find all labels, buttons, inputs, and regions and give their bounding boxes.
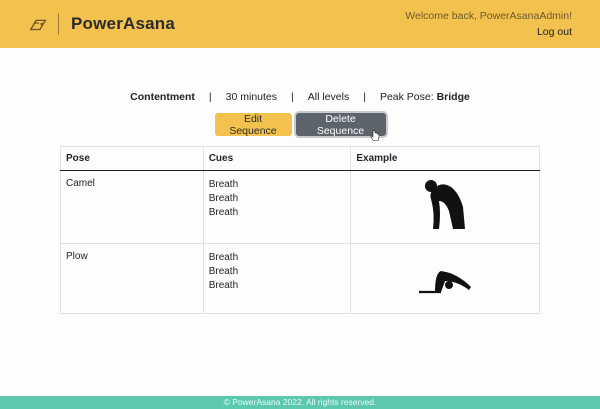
example-cell <box>350 243 540 314</box>
separator: | <box>208 91 212 103</box>
peak-pose-value: Bridge <box>436 91 470 103</box>
delete-sequence-button[interactable]: Delete Sequence <box>295 112 386 141</box>
hand-cursor-icon <box>370 130 379 141</box>
brand-name[interactable]: PowerAsana <box>71 14 175 34</box>
peak-pose: Peak Pose: Bridge <box>380 91 470 103</box>
cue-text: Breath <box>208 280 239 291</box>
plow-pose-icon <box>419 271 472 294</box>
footer-text: © PowerAsana 2022. All rights reserved. <box>223 397 377 407</box>
cue-text: Breath <box>208 193 239 204</box>
edit-sequence-button[interactable]: Edit Sequence <box>214 113 292 137</box>
table-row: Camel Breath Breath Breath <box>60 170 540 244</box>
sequence-title: Contentment <box>130 91 195 103</box>
cues-cell: Breath Breath Breath <box>202 243 352 314</box>
brand-divider <box>58 13 59 35</box>
welcome-message: Welcome back, PowerAsanaAdmin! <box>405 10 572 22</box>
camel-pose-icon <box>425 180 466 229</box>
sequence-level: All levels <box>307 91 350 103</box>
separator: | <box>291 91 294 103</box>
table-row: Plow Breath Breath Breath <box>60 243 540 314</box>
table-header-row: Pose Cues Example <box>60 146 540 171</box>
cue-text: Breath <box>208 207 239 218</box>
example-column-header: Example <box>350 146 540 171</box>
pose-column-header: Pose <box>60 146 204 171</box>
peak-pose-label: Peak Pose: <box>379 91 434 103</box>
logout-link[interactable]: Log out <box>537 26 572 38</box>
sequence-duration: 30 minutes <box>225 91 278 103</box>
sequence-actions: Edit Sequence Delete Sequence <box>0 112 600 141</box>
example-cell <box>350 170 540 244</box>
navbar: PowerAsana Welcome back, PowerAsanaAdmin… <box>0 0 600 48</box>
pose-name: Camel <box>60 170 204 244</box>
cues-column-header: Cues <box>202 146 352 171</box>
cues-cell: Breath Breath Breath <box>202 170 352 244</box>
sequence-summary: Contentment | 30 minutes | All levels | … <box>0 91 600 103</box>
delete-sequence-label: Delete Sequence <box>316 112 365 137</box>
separator: | <box>363 91 366 103</box>
footer: © PowerAsana 2022. All rights reserved. <box>0 396 600 409</box>
cue-text: Breath <box>208 252 239 263</box>
brand[interactable]: PowerAsana <box>28 13 175 35</box>
cue-text: Breath <box>208 266 239 277</box>
poses-table: Pose Cues Example Camel Breath Breath Br… <box>60 146 540 314</box>
cue-text: Breath <box>208 179 239 190</box>
nav-user-area: Welcome back, PowerAsanaAdmin! Log out <box>405 10 572 38</box>
pose-name: Plow <box>60 243 204 314</box>
yoga-mat-icon <box>29 19 47 31</box>
